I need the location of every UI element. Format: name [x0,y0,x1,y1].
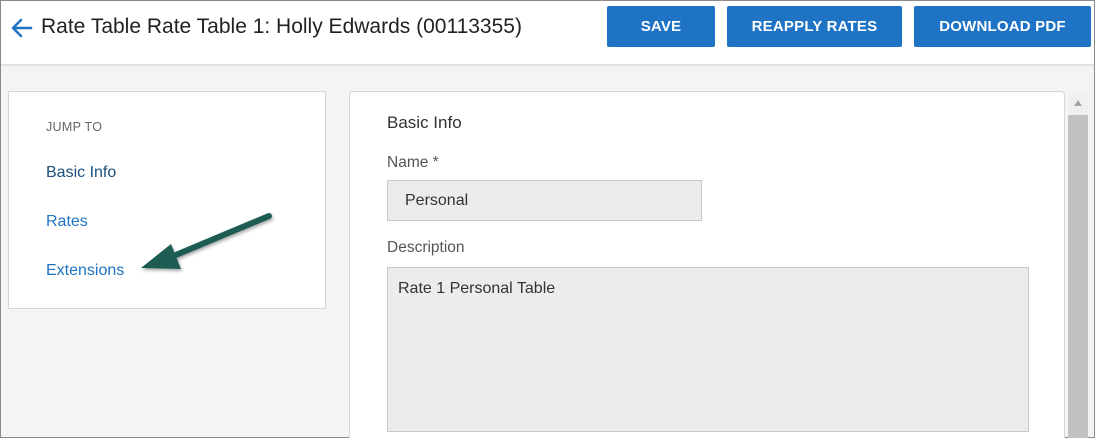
basic-info-card: Basic Info Name * Description Rate 1 Per… [349,91,1065,438]
scrollbar-thumb[interactable] [1068,115,1088,438]
description-field[interactable]: Rate 1 Personal Table [387,267,1029,432]
section-title-basic-info: Basic Info [387,113,462,132]
reapply-rates-button[interactable]: REAPPLY RATES [727,6,902,47]
jump-link-extensions[interactable]: Extensions [46,262,124,280]
top-header: Rate Table Rate Table 1: Holly Edwards (… [1,1,1094,65]
jump-link-rates[interactable]: Rates [46,213,88,231]
annotation-arrow-icon [141,213,272,269]
download-pdf-button[interactable]: DOWNLOAD PDF [914,6,1091,47]
vertical-scrollbar[interactable] [1068,93,1088,438]
save-button[interactable]: SAVE [607,6,715,47]
page-title: Rate Table Rate Table 1: Holly Edwards (… [41,15,522,38]
back-arrow-icon[interactable] [9,15,35,41]
name-field[interactable] [387,180,702,221]
description-label: Description [387,239,465,256]
name-label: Name * [387,154,439,171]
jump-link-basic-info[interactable]: Basic Info [46,164,116,182]
scroll-up-icon[interactable] [1068,93,1088,113]
jump-to-heading: JUMP TO [46,120,103,134]
